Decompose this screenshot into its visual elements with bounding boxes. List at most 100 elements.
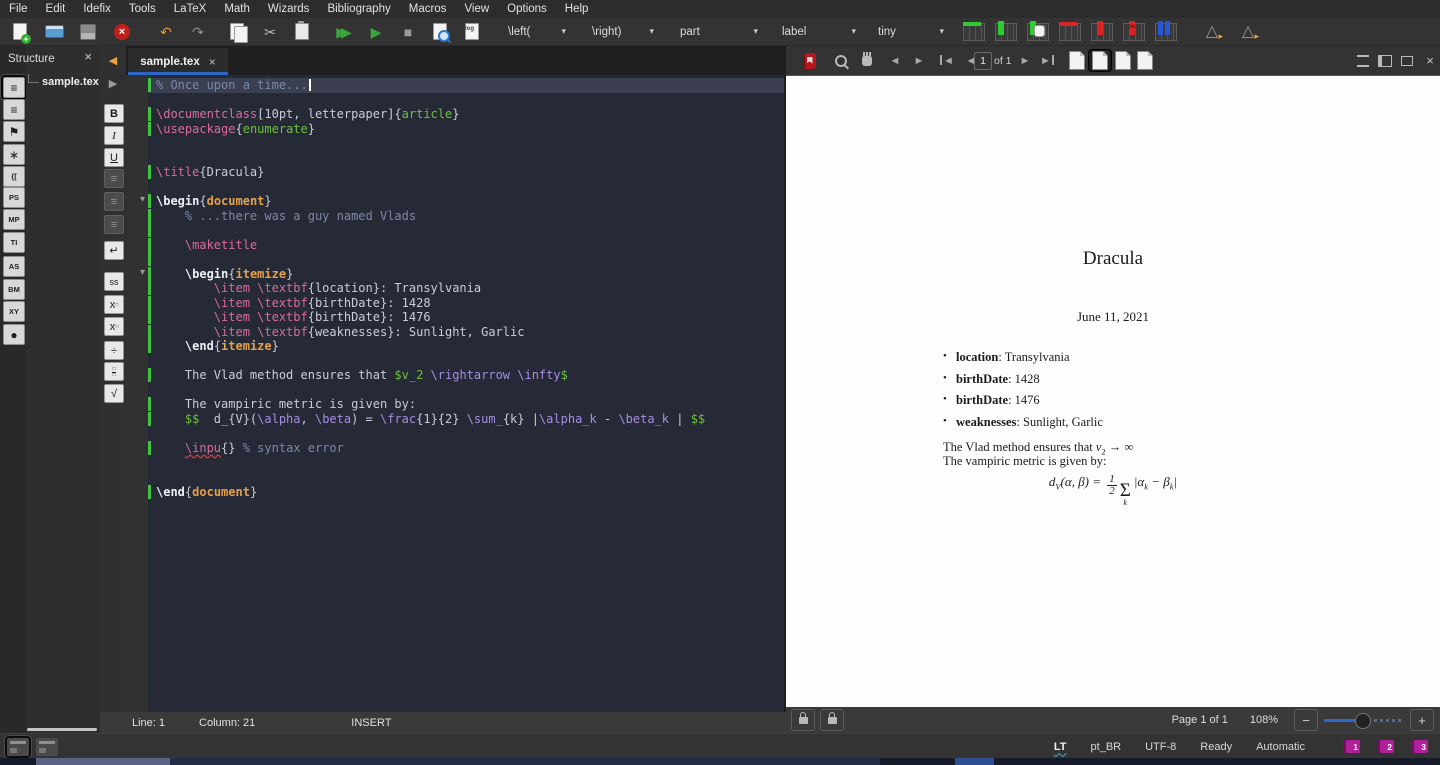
cut-button[interactable]: ✂: [258, 20, 282, 44]
compile-button[interactable]: ▶: [364, 20, 388, 44]
code-line-24[interactable]: $$ d_{V}(\alpha, \beta) = \frac{1}{2} \s…: [148, 412, 784, 427]
bold-button[interactable]: B: [104, 104, 124, 123]
editor-hscrollbar-thumb[interactable]: [36, 758, 170, 765]
add-row-button[interactable]: [962, 20, 986, 44]
remove-row-button[interactable]: [1058, 20, 1082, 44]
redo-button[interactable]: ↷: [186, 20, 210, 44]
code-line-9[interactable]: \begin{document}: [148, 194, 784, 209]
code-line-4[interactable]: \usepackage{enumerate}: [148, 122, 784, 137]
layout-single-page-button[interactable]: [1066, 50, 1088, 71]
last-page-button[interactable]: ►: [1036, 50, 1058, 71]
align-right-button[interactable]: ≡: [104, 215, 124, 234]
code-line-3[interactable]: \documentclass[10pt, letterpaper]{articl…: [148, 107, 784, 122]
italic-button[interactable]: I: [104, 126, 124, 145]
menu-latex[interactable]: LaTeX: [165, 3, 216, 15]
pan-tool-button[interactable]: [856, 50, 878, 71]
viewer-badge-3[interactable]: 3: [1411, 740, 1428, 753]
newline-button[interactable]: ↵: [104, 241, 124, 260]
code-line-25[interactable]: [148, 426, 784, 441]
paste-button[interactable]: [290, 20, 314, 44]
tikz-tab-icon[interactable]: TI: [3, 232, 25, 253]
misc-symbols-tab-icon[interactable]: ∗: [3, 144, 25, 165]
zoom-in-button[interactable]: +: [1410, 709, 1434, 731]
bookmarks-tab-icon[interactable]: ⚑: [3, 121, 25, 142]
code-line-18[interactable]: \item \textbf{weaknesses}: Sunlight, Gar…: [148, 325, 784, 340]
underline-button[interactable]: U: [104, 148, 124, 167]
code-line-2[interactable]: [148, 93, 784, 108]
prev-mark-button[interactable]: △▸: [1200, 20, 1224, 44]
fraction-button[interactable]: □□: [104, 362, 124, 381]
view-log-button[interactable]: log: [460, 20, 484, 44]
code-line-21[interactable]: The Vlad method ensures that $v_2 \right…: [148, 368, 784, 383]
stop-button[interactable]: ■: [396, 20, 420, 44]
cut-column-button[interactable]: ✂: [1122, 20, 1146, 44]
toggle-log-panel-button[interactable]: [36, 738, 58, 756]
align-columns-button[interactable]: [1154, 20, 1178, 44]
subscript-button[interactable]: x□: [104, 295, 124, 314]
first-page-button[interactable]: ◄: [936, 50, 958, 71]
zoom-slider-thumb[interactable]: [1355, 713, 1371, 729]
jump-back-button[interactable]: ◀: [104, 52, 122, 69]
add-column-button[interactable]: [994, 20, 1018, 44]
code-line-13[interactable]: [148, 252, 784, 267]
menu-edit[interactable]: Edit: [37, 3, 75, 15]
layout-continuous-button[interactable]: [1089, 50, 1111, 71]
superscript-button[interactable]: x□: [104, 317, 124, 336]
label-dropdown[interactable]: label▾: [776, 21, 862, 43]
code-line-16[interactable]: \item \textbf{birthDate}: 1428: [148, 296, 784, 311]
code-line-1[interactable]: % Once upon a time...: [148, 78, 784, 93]
open-file-button[interactable]: [42, 20, 66, 44]
code-line-26[interactable]: \inpu{} % syntax error: [148, 441, 784, 456]
lines-tab-icon[interactable]: ≡: [3, 99, 25, 120]
save-button[interactable]: [76, 20, 100, 44]
structure-hscrollbar[interactable]: [27, 728, 97, 731]
next-mark-button[interactable]: △▸: [1236, 20, 1260, 44]
next-page-button[interactable]: ►: [1014, 50, 1036, 71]
align-left-button[interactable]: ≡: [104, 169, 124, 188]
forward-button[interactable]: ►: [908, 50, 930, 71]
toggle-messages-panel-button[interactable]: [7, 738, 29, 756]
locale-status[interactable]: pt_BR: [1091, 741, 1122, 753]
menu-bibliography[interactable]: Bibliography: [318, 3, 399, 15]
viewer-menu-icon[interactable]: [1352, 50, 1374, 71]
asymptote-tab-icon[interactable]: AS: [3, 256, 25, 277]
viewer-badge-2[interactable]: 2: [1377, 740, 1394, 753]
close-file-button[interactable]: ×: [110, 20, 134, 44]
brackets-tab-icon[interactable]: {[: [3, 166, 25, 187]
viewer-windowed-icon[interactable]: [1396, 50, 1418, 71]
metapost-tab-icon[interactable]: MP: [3, 209, 25, 230]
code-line-10[interactable]: % ...there was a guy named Vlads: [148, 209, 784, 224]
code-line-7[interactable]: \title{Dracula}: [148, 165, 784, 180]
menu-macros[interactable]: Macros: [400, 3, 456, 15]
languagetool-status[interactable]: LT: [1054, 741, 1067, 753]
xypic-tab-icon[interactable]: XY: [3, 301, 25, 322]
menu-tools[interactable]: Tools: [120, 3, 165, 15]
code-line-19[interactable]: \end{itemize}: [148, 339, 784, 354]
structure-close-icon[interactable]: ×: [84, 49, 92, 64]
undo-button[interactable]: ↶: [154, 20, 178, 44]
jump-forward-button[interactable]: ▶: [104, 75, 122, 92]
code-line-11[interactable]: [148, 223, 784, 238]
divide-button[interactable]: ÷: [104, 341, 124, 360]
zoom-tool-button[interactable]: [830, 50, 852, 71]
viewer-badge-1[interactable]: 1: [1343, 740, 1360, 753]
fold-arrow-icon[interactable]: ▾: [140, 267, 145, 278]
zoom-out-button[interactable]: −: [1294, 709, 1318, 731]
menu-wizards[interactable]: Wizards: [259, 3, 319, 15]
compile-mode-status[interactable]: Automatic: [1256, 741, 1305, 753]
lock-scroll-button[interactable]: [820, 709, 844, 731]
structure-item-sample.tex[interactable]: sample.tex: [28, 76, 99, 88]
dots-symbols-tab-icon[interactable]: ●: [3, 324, 25, 345]
pdf-hscrollbar-thumb[interactable]: [955, 758, 994, 765]
menu-view[interactable]: View: [455, 3, 498, 15]
remove-column-button[interactable]: [1090, 20, 1114, 44]
back-button[interactable]: ◄: [884, 50, 906, 71]
code-line-28[interactable]: [148, 470, 784, 485]
code-line-12[interactable]: \maketitle: [148, 238, 784, 253]
tab-sample.tex[interactable]: sample.tex×: [128, 48, 228, 75]
layout-book-button[interactable]: [1134, 50, 1156, 71]
menu-help[interactable]: Help: [556, 3, 598, 15]
code-editor[interactable]: % Once upon a time... \documentclass[10pt…: [148, 75, 784, 712]
code-line-8[interactable]: [148, 180, 784, 195]
right-delim-dropdown[interactable]: \right)▾: [586, 21, 660, 43]
